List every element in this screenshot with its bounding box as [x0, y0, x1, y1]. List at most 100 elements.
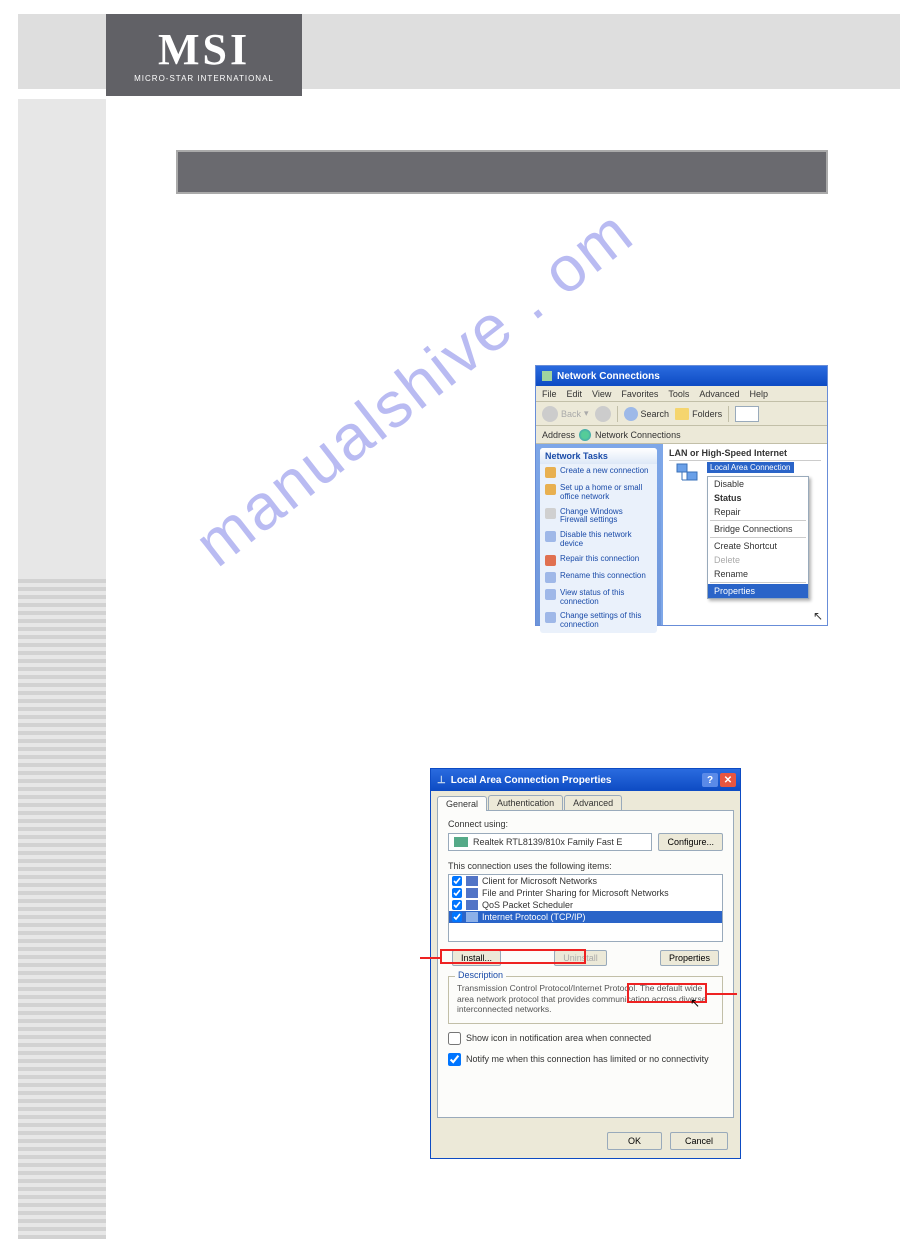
item-tcpip[interactable]: Internet Protocol (TCP/IP)	[449, 911, 722, 923]
ctx-disable[interactable]: Disable	[708, 477, 808, 491]
general-panel: Connect using: Realtek RTL8139/810x Fami…	[437, 810, 734, 1118]
menu-help[interactable]: Help	[749, 389, 768, 399]
item-label: Internet Protocol (TCP/IP)	[482, 912, 586, 922]
service-icon	[466, 888, 478, 898]
item-checkbox[interactable]	[452, 888, 462, 898]
cursor-icon: ↖	[813, 609, 823, 623]
ctx-repair[interactable]: Repair	[708, 505, 808, 519]
adapter-name: Realtek RTL8139/810x Family Fast E	[473, 837, 622, 847]
address-value: Network Connections	[595, 430, 681, 440]
task-setup-network[interactable]: Set up a home or small office network	[540, 481, 657, 505]
logo-subtext: MICRO-STAR INTERNATIONAL	[134, 74, 274, 83]
item-qos[interactable]: QoS Packet Scheduler	[449, 899, 722, 911]
shield-icon	[545, 508, 556, 519]
network-icon	[542, 371, 552, 381]
menu-advanced[interactable]: Advanced	[699, 389, 739, 399]
logo-text: MSI	[158, 28, 250, 72]
task-repair[interactable]: Repair this connection	[540, 552, 657, 569]
show-icon-checkbox[interactable]	[448, 1032, 461, 1045]
search-label: Search	[641, 409, 670, 419]
task-label: Disable this network device	[560, 531, 652, 549]
close-button[interactable]: ✕	[720, 773, 736, 787]
tab-general[interactable]: General	[437, 796, 487, 811]
task-change-settings[interactable]: Change settings of this connection	[540, 609, 657, 633]
tab-authentication[interactable]: Authentication	[488, 795, 563, 810]
task-pane-header[interactable]: Network Tasks	[540, 448, 657, 464]
back-button[interactable]: Back ▾	[542, 406, 589, 422]
repair-icon	[545, 555, 556, 566]
item-fileprintshare[interactable]: File and Printer Sharing for Microsoft N…	[449, 887, 722, 899]
menu-view[interactable]: View	[592, 389, 611, 399]
cursor-icon: ↖	[690, 996, 700, 1010]
ok-button[interactable]: OK	[607, 1132, 662, 1150]
lacp-tabs: General Authentication Advanced	[431, 791, 740, 810]
item-checkbox[interactable]	[452, 912, 462, 922]
task-rename[interactable]: Rename this connection	[540, 569, 657, 586]
adapter-field[interactable]: Realtek RTL8139/810x Family Fast E	[448, 833, 652, 851]
task-label: Rename this connection	[560, 572, 646, 581]
forward-button[interactable]	[595, 406, 611, 422]
menu-edit[interactable]: Edit	[567, 389, 583, 399]
task-view-status[interactable]: View status of this connection	[540, 586, 657, 610]
task-disable-device[interactable]: Disable this network device	[540, 528, 657, 552]
ctx-status[interactable]: Status	[708, 491, 808, 505]
properties-button[interactable]: Properties	[660, 950, 719, 966]
back-icon	[542, 406, 558, 422]
nc-menubar: File Edit View Favorites Tools Advanced …	[536, 386, 827, 402]
left-sidebar	[18, 99, 106, 1169]
configure-button[interactable]: Configure...	[658, 833, 723, 851]
ctx-shortcut[interactable]: Create Shortcut	[708, 539, 808, 553]
task-label: Change Windows Firewall settings	[560, 508, 652, 526]
dropdown-icon: ▾	[584, 408, 589, 419]
task-label: Change settings of this connection	[560, 612, 652, 630]
network-connections-window: Network Connections File Edit View Favor…	[535, 365, 828, 626]
connection-group-label: LAN or High-Speed Internet	[669, 448, 821, 461]
network-icon	[545, 531, 556, 542]
help-button[interactable]: ?	[702, 773, 718, 787]
settings-icon	[545, 612, 556, 623]
msi-logo: MSI MICRO-STAR INTERNATIONAL	[106, 14, 302, 96]
lacp-titlebar[interactable]: ⊥ Local Area Connection Properties ? ✕	[431, 769, 740, 791]
protocol-icon	[466, 912, 478, 922]
client-icon	[466, 876, 478, 886]
nc-main-pane: LAN or High-Speed Internet Local Area Co…	[661, 444, 827, 625]
item-checkbox[interactable]	[452, 900, 462, 910]
folders-button[interactable]: Folders	[675, 408, 722, 420]
folders-label: Folders	[692, 409, 722, 419]
ctx-separator	[710, 537, 806, 538]
notify-checkbox[interactable]	[448, 1053, 461, 1066]
item-label: Client for Microsoft Networks	[482, 876, 597, 886]
lacp-title: Local Area Connection Properties	[451, 775, 612, 786]
ctx-properties[interactable]: Properties	[708, 584, 808, 598]
nc-toolbar: Back ▾ Search Folders	[536, 402, 827, 426]
menu-file[interactable]: File	[542, 389, 557, 399]
views-button[interactable]	[735, 406, 759, 422]
item-checkbox[interactable]	[452, 876, 462, 886]
description-legend: Description	[455, 970, 506, 980]
toolbar-separator	[617, 406, 618, 422]
search-button[interactable]: Search	[624, 407, 670, 421]
wizard-icon	[545, 467, 556, 478]
lan-connection-icon[interactable]	[675, 462, 701, 486]
ctx-rename[interactable]: Rename	[708, 567, 808, 581]
lan-connection-label[interactable]: Local Area Connection	[707, 462, 794, 473]
ctx-bridge[interactable]: Bridge Connections	[708, 522, 808, 536]
task-firewall[interactable]: Change Windows Firewall settings	[540, 505, 657, 529]
cancel-button[interactable]: Cancel	[670, 1132, 728, 1150]
menu-tools[interactable]: Tools	[668, 389, 689, 399]
task-create-connection[interactable]: Create a new connection	[540, 464, 657, 481]
tab-advanced[interactable]: Advanced	[564, 795, 622, 810]
sidebar-stripes	[18, 579, 106, 1239]
menu-favorites[interactable]: Favorites	[621, 389, 658, 399]
nc-titlebar[interactable]: Network Connections	[536, 366, 827, 386]
search-icon	[624, 407, 638, 421]
items-listbox[interactable]: Client for Microsoft Networks File and P…	[448, 874, 723, 942]
nc-task-pane: Network Tasks Create a new connection Se…	[536, 444, 661, 625]
nc-title: Network Connections	[557, 371, 660, 382]
item-client[interactable]: Client for Microsoft Networks	[449, 875, 722, 887]
wizard-icon	[545, 484, 556, 495]
item-label: File and Printer Sharing for Microsoft N…	[482, 888, 669, 898]
callout-line	[707, 993, 737, 995]
service-icon	[466, 900, 478, 910]
context-menu: Disable Status Repair Bridge Connections…	[707, 476, 809, 599]
